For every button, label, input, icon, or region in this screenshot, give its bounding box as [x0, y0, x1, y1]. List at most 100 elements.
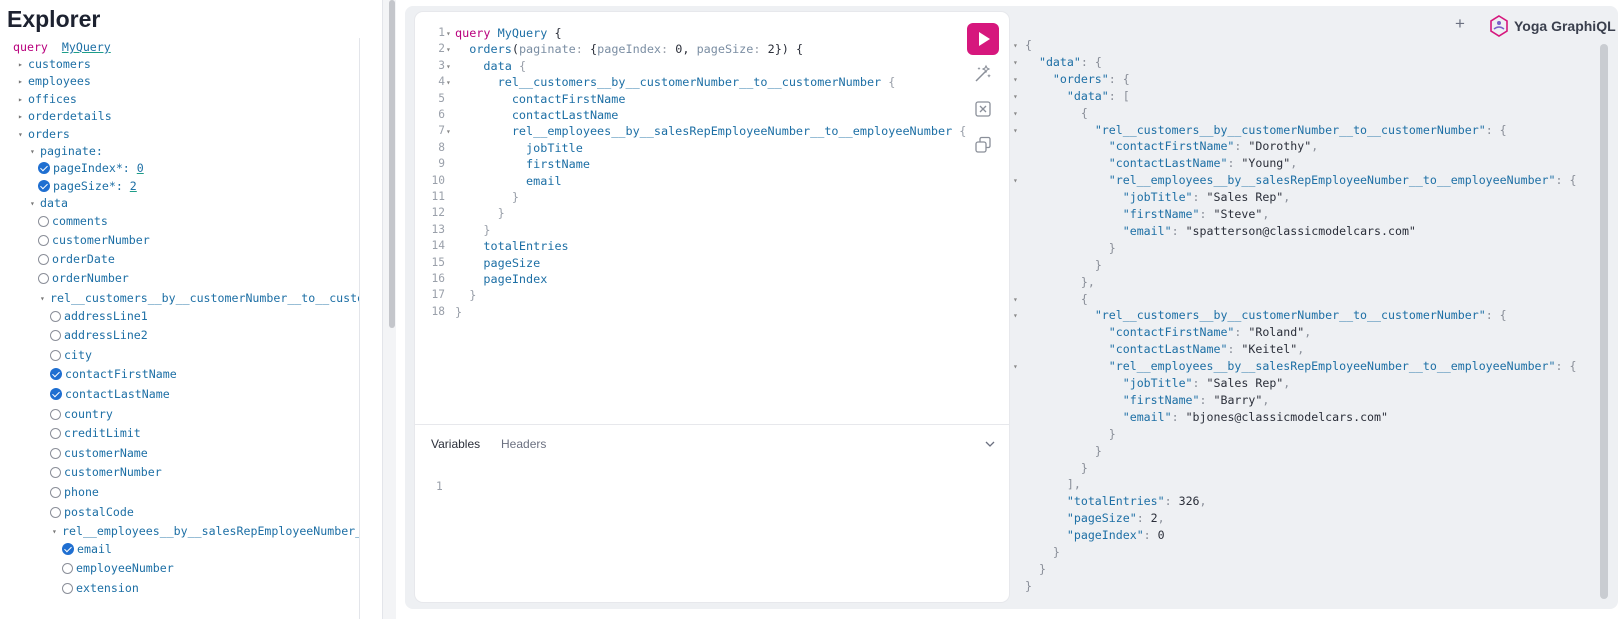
chevron-down-icon[interactable]: ▾	[52, 523, 62, 541]
checked-icon[interactable]	[62, 543, 74, 555]
chevron-down-icon[interactable]: ▾	[30, 195, 40, 213]
code-line[interactable]: }	[455, 190, 519, 204]
explorer-item[interactable]: email	[62, 540, 112, 558]
explorer-item[interactable]: ▸ employees	[18, 72, 91, 90]
code-line[interactable]: }	[455, 206, 505, 220]
explorer-item[interactable]: customerNumber	[38, 231, 150, 249]
explorer-item[interactable]: customerNumber	[50, 463, 162, 481]
explorer-item[interactable]: ▾ rel__customers__by__customerNumber__to_…	[40, 289, 359, 308]
fold-chevron-icon[interactable]: ▾	[446, 45, 451, 54]
explorer-item[interactable]: ▾ data	[30, 194, 68, 212]
tab-variables[interactable]: Variables	[431, 437, 480, 451]
tab-headers[interactable]: Headers	[501, 437, 546, 451]
explorer-item[interactable]: extension	[62, 579, 139, 597]
explorer-item[interactable]: ▸ orderdetails	[18, 107, 112, 125]
unchecked-icon[interactable]	[50, 507, 61, 518]
unchecked-icon[interactable]	[38, 216, 49, 227]
explorer-item[interactable]: phone	[50, 483, 99, 501]
result-viewer[interactable]: ▾ {▾ "data": {▾ "orders": {▾ "data": [▾ {…	[1013, 38, 1597, 603]
checked-icon[interactable]	[38, 162, 50, 174]
fold-chevron-icon[interactable]: ▾	[446, 78, 451, 87]
chevron-right-icon[interactable]: ▸	[18, 91, 28, 109]
explorer-item[interactable]: ▾ paginate:	[30, 142, 103, 160]
code-line[interactable]: totalEntries	[455, 239, 568, 253]
explorer-item[interactable]: city	[50, 346, 92, 364]
explorer-item[interactable]: pageIndex*: 0	[38, 159, 144, 177]
prettify-icon[interactable]	[972, 63, 994, 85]
unchecked-icon[interactable]	[50, 428, 61, 439]
fold-chevron-icon[interactable]: ▾	[446, 127, 451, 136]
code-line[interactable]: data {	[455, 59, 526, 73]
explorer-item[interactable]: pageSize*: 2	[38, 177, 137, 195]
add-tab-button[interactable]: +	[1455, 14, 1465, 34]
fold-chevron-icon[interactable]: ▾	[1013, 58, 1018, 67]
code-line[interactable]: }	[455, 223, 490, 237]
chevron-right-icon[interactable]: ▸	[18, 73, 28, 91]
code-line[interactable]: rel__customers__by__customerNumber__to__…	[455, 75, 896, 89]
code-line[interactable]: pageSize	[455, 256, 540, 270]
explorer-scrollbar-thumb[interactable]	[389, 0, 395, 328]
fold-chevron-icon[interactable]: ▾	[446, 29, 451, 38]
unchecked-icon[interactable]	[50, 467, 61, 478]
unchecked-icon[interactable]	[50, 350, 61, 361]
explorer-item[interactable]: employeeNumber	[62, 559, 174, 577]
code-line[interactable]: contactFirstName	[455, 92, 626, 106]
fold-chevron-icon[interactable]: ▾	[1013, 176, 1018, 185]
fold-chevron-icon[interactable]: ▾	[1013, 92, 1018, 101]
code-line[interactable]: pageIndex	[455, 272, 547, 286]
unchecked-icon[interactable]	[50, 409, 61, 420]
unchecked-icon[interactable]	[50, 448, 61, 459]
code-line[interactable]: email	[455, 174, 562, 188]
explorer-item[interactable]: country	[50, 405, 113, 423]
explorer-item[interactable]: creditLimit	[50, 424, 141, 442]
query-editor[interactable]: 1 ▾ query MyQuery {2 ▾ orders(paginate: {pa…	[415, 12, 1009, 602]
code-line[interactable]: firstName	[455, 157, 590, 171]
chevron-right-icon[interactable]: ▸	[18, 56, 28, 74]
unchecked-icon[interactable]	[50, 330, 61, 341]
checked-icon[interactable]	[50, 388, 62, 400]
explorer-item[interactable]: addressLine2	[50, 326, 148, 344]
unchecked-icon[interactable]	[38, 254, 49, 265]
checked-icon[interactable]	[50, 368, 62, 380]
explorer-item[interactable]: orderDate	[38, 250, 115, 268]
explorer-item[interactable]: addressLine1	[50, 307, 148, 325]
fold-chevron-icon[interactable]: ▾	[1013, 109, 1018, 118]
unchecked-icon[interactable]	[62, 583, 73, 594]
code-line[interactable]: rel__employees__by__salesRepEmployeeNumb…	[455, 124, 967, 138]
explorer-item[interactable]: comments	[38, 212, 108, 230]
chevron-down-icon[interactable]: ▾	[18, 126, 28, 144]
explorer-item[interactable]: postalCode	[50, 503, 134, 521]
result-scrollbar[interactable]	[1600, 44, 1608, 599]
explorer-item[interactable]: ▸ customers	[18, 55, 91, 73]
code-line[interactable]: }	[455, 305, 462, 319]
explorer-item[interactable]: contactFirstName	[50, 365, 177, 383]
explorer-item[interactable]: ▾ rel__employees__by__salesRepEmployeeNum…	[52, 522, 359, 541]
code-line[interactable]: jobTitle	[455, 141, 583, 155]
fold-chevron-icon[interactable]: ▾	[1013, 311, 1018, 320]
chevron-down-icon[interactable]: ▾	[30, 143, 40, 161]
chevron-down-icon[interactable]: ▾	[40, 290, 50, 308]
unchecked-icon[interactable]	[38, 235, 49, 246]
explorer-item[interactable]: customerName	[50, 444, 148, 462]
fold-chevron-icon[interactable]: ▾	[446, 62, 451, 71]
copy-icon[interactable]	[972, 134, 994, 156]
explorer-item[interactable]: ▸ offices	[18, 90, 77, 108]
chevron-down-icon[interactable]	[983, 437, 997, 451]
fold-chevron-icon[interactable]: ▾	[1013, 41, 1018, 50]
code-line[interactable]: orders(paginate: {pageIndex: 0, pageSize…	[455, 42, 803, 56]
argument-value-input[interactable]: 0	[137, 161, 144, 175]
explorer-item[interactable]: orderNumber	[38, 269, 129, 287]
fold-chevron-icon[interactable]: ▾	[1013, 362, 1018, 371]
explorer-item[interactable]: ▾ orders	[18, 125, 70, 143]
argument-value-input[interactable]: 2	[130, 179, 137, 193]
unchecked-icon[interactable]	[50, 311, 61, 322]
checked-icon[interactable]	[38, 180, 50, 192]
chevron-right-icon[interactable]: ▸	[18, 108, 28, 126]
fold-chevron-icon[interactable]: ▾	[1013, 295, 1018, 304]
explorer-item[interactable]: contactLastName	[50, 385, 170, 403]
unchecked-icon[interactable]	[38, 273, 49, 284]
code-line[interactable]: }	[455, 288, 476, 302]
run-button[interactable]	[967, 23, 999, 55]
fold-chevron-icon[interactable]: ▾	[1013, 126, 1018, 135]
code-line[interactable]: query MyQuery {	[455, 26, 562, 40]
